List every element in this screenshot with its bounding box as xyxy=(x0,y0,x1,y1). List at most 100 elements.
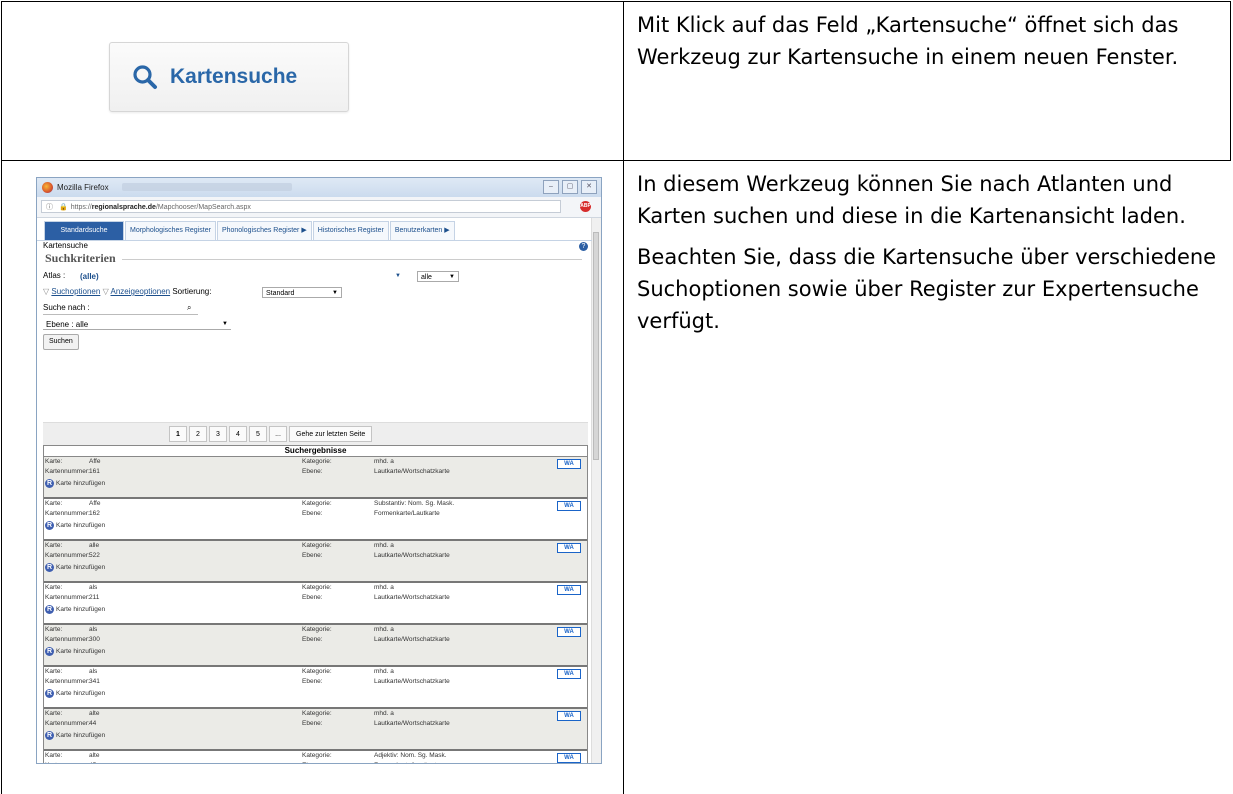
kartennummer-value: 300 xyxy=(89,636,100,643)
scrollbar-thumb[interactable] xyxy=(593,232,599,460)
tab-phonologisches-register[interactable]: Phonologisches Register ▶ xyxy=(216,221,312,240)
url-field[interactable]: ⓘ 🔒 https://regionalsprache.de/Mapchooser/… xyxy=(41,200,561,213)
blurred-tab xyxy=(122,183,292,191)
url-domain: regionalsprache.de xyxy=(91,204,156,211)
karte-hinzufuegen-label: Karte hinzufügen xyxy=(56,606,106,613)
wa-badge[interactable]: WA xyxy=(557,711,581,721)
firefox-logo-icon xyxy=(42,182,53,193)
last-page-button[interactable]: Gehe zur letzten Seite xyxy=(289,426,373,442)
sortierung-label: Sortierung: xyxy=(172,287,212,296)
page-5-button[interactable]: 5 xyxy=(249,426,267,442)
page-2-button[interactable]: 2 xyxy=(189,426,207,442)
tab-standardsuche[interactable]: Standardsuche xyxy=(44,221,124,240)
sortierung-select[interactable]: Standard ▼ xyxy=(262,287,342,298)
kartennummer-value: 161 xyxy=(89,468,100,475)
search-icon[interactable]: ⌕ xyxy=(187,300,191,316)
ebene-select[interactable]: Ebene : alle ▼ xyxy=(43,319,231,330)
karte-hinzufuegen-link[interactable]: R Karte hinzufügen xyxy=(45,731,105,740)
ebene-value: Lautkarte/Wortschatzkarte xyxy=(374,468,450,475)
page-4-button[interactable]: 4 xyxy=(229,426,247,442)
karte-hinzufuegen-link[interactable]: R Karte hinzufügen xyxy=(45,521,105,530)
ebene-row: Ebene : alle ▼ xyxy=(37,316,592,332)
tab-historisches-register[interactable]: Historisches Register xyxy=(312,221,389,240)
kartennummer-label: Kartennummer: xyxy=(45,594,90,601)
karte-hinzufuegen-link[interactable]: R Karte hinzufügen xyxy=(45,605,105,614)
suchen-row: Suchen xyxy=(37,332,592,352)
filter-icon: ▽ xyxy=(43,287,50,296)
kategorie-label: Kategorie: xyxy=(302,710,332,717)
karte-hinzufuegen-link[interactable]: R Karte hinzufügen xyxy=(45,689,105,698)
karte-value: als xyxy=(89,584,98,591)
url-prefix: https:// xyxy=(70,204,92,211)
wa-badge[interactable]: WA xyxy=(557,501,581,511)
wa-badge[interactable]: WA xyxy=(557,753,581,763)
tab-benutzerkarten[interactable]: Benutzerkarten ▶ xyxy=(389,221,455,240)
wa-badge[interactable]: WA xyxy=(557,459,581,469)
adblock-icon[interactable]: ABP xyxy=(580,201,591,212)
atlas-filter-value: alle xyxy=(421,274,432,281)
kartennummer-value: 45 xyxy=(89,762,96,763)
kartensuche-button[interactable]: Kartensuche xyxy=(109,42,349,112)
ebene-label: Ebene: xyxy=(302,468,323,475)
suchen-button[interactable]: Suchen xyxy=(43,334,79,350)
wa-badge[interactable]: WA xyxy=(557,669,581,679)
kartennummer-label: Kartennummer: xyxy=(45,468,90,475)
add-map-icon: R xyxy=(45,521,54,530)
add-map-icon: R xyxy=(45,563,54,572)
results-table: Suchergebnisse Karte: Affe Kartennummer: 16… xyxy=(43,445,588,763)
address-bar: ⓘ 🔒 https://regionalsprache.de/Mapchooser/… xyxy=(37,197,601,218)
result-row[interactable]: Karte: Affe Kartennummer: 162 Kategorie: Subs… xyxy=(44,499,587,541)
kartennummer-value: 341 xyxy=(89,678,100,685)
page-1-button[interactable]: 1 xyxy=(169,426,187,442)
ebene-value: Formenkarte/Lautkarte xyxy=(374,762,440,763)
atlas-select[interactable]: (alle) ▼ xyxy=(77,271,409,282)
page-ellipsis-button[interactable]: ... xyxy=(269,426,287,442)
wa-badge[interactable]: WA xyxy=(557,585,581,595)
karte-hinzufuegen-link[interactable]: R Karte hinzufügen xyxy=(45,647,105,656)
result-row[interactable]: Karte: Affe Kartennummer: 161 Kategorie: mhd.… xyxy=(44,457,587,499)
url-path: /Mapchooser/MapSearch.aspx xyxy=(155,204,251,211)
row2-description: In diesem Werkzeug können Sie nach Atlan… xyxy=(637,168,1227,337)
anzeigeoptionen-link[interactable]: Anzeigeoptionen xyxy=(111,287,171,296)
result-row[interactable]: Karte: als Kartennummer: 300 Kategorie: mhd. … xyxy=(44,625,587,667)
kategorie-value: mhd. a xyxy=(374,458,394,465)
wa-badge[interactable]: WA xyxy=(557,543,581,553)
page-3-button[interactable]: 3 xyxy=(209,426,227,442)
page-title: Kartensuche xyxy=(43,241,88,250)
lock-icon: 🔒 xyxy=(59,204,68,211)
suche-nach-row: Suche nach : ⌕ xyxy=(37,300,592,316)
karte-hinzufuegen-label: Karte hinzufügen xyxy=(56,522,106,529)
result-row[interactable]: Karte: alte Kartennummer: 44 Kategorie: mhd. … xyxy=(44,709,587,751)
chevron-down-icon: ▼ xyxy=(449,274,455,280)
close-icon[interactable]: ✕ xyxy=(581,180,597,194)
karte-value: alle xyxy=(89,542,100,549)
table-border-top xyxy=(1,1,1231,2)
result-row[interactable]: Karte: alte Kartennummer:45 Kategorie: Adjek… xyxy=(44,751,587,763)
result-row[interactable]: Karte: alle Kartennummer: 522 Kategorie: mhd.… xyxy=(44,541,587,583)
firefox-window-screenshot: Mozilla Firefox – ▢ ✕ ⓘ 🔒 https://regional… xyxy=(36,177,602,764)
result-row[interactable]: Karte: als Kartennummer: 341 Kategorie: mhd. … xyxy=(44,667,587,709)
minimize-icon[interactable]: – xyxy=(543,180,559,194)
result-row[interactable]: Karte: als Kartennummer: 211 Kategorie: mhd. … xyxy=(44,583,587,625)
table-row-divider xyxy=(1,160,1231,161)
document-table: Kartensuche Mit Klick auf das Feld „Kart… xyxy=(1,1,1231,794)
suche-nach-input[interactable] xyxy=(43,314,198,315)
karte-hinzufuegen-link[interactable]: R Karte hinzufügen xyxy=(45,563,105,572)
ebene-value: Formenkarte/Lautkarte xyxy=(374,510,440,517)
karte-value: alte xyxy=(89,710,100,717)
wa-badge[interactable]: WA xyxy=(557,627,581,637)
karte-hinzufuegen-link[interactable]: R Karte hinzufügen xyxy=(45,479,105,488)
tab-morphologisches-register[interactable]: Morphologisches Register xyxy=(125,221,216,240)
atlas-label: Atlas : xyxy=(43,271,66,280)
suche-nach-label: Suche nach : xyxy=(43,303,90,312)
maximize-icon[interactable]: ▢ xyxy=(562,180,578,194)
help-icon[interactable]: ? xyxy=(579,242,588,251)
scrollbar[interactable] xyxy=(591,218,601,763)
suchoptionen-link[interactable]: Suchoptionen xyxy=(51,287,100,296)
kategorie-label: Kategorie: xyxy=(302,584,332,591)
info-icon: ⓘ xyxy=(46,204,53,211)
kategorie-value: mhd. a xyxy=(374,710,394,717)
atlas-filter-select[interactable]: alle ▼ xyxy=(417,271,459,282)
karte-label: Karte: xyxy=(45,542,63,549)
options-row: ▽ Suchoptionen ▽ Anzeigeoptionen Sortier… xyxy=(37,284,592,300)
